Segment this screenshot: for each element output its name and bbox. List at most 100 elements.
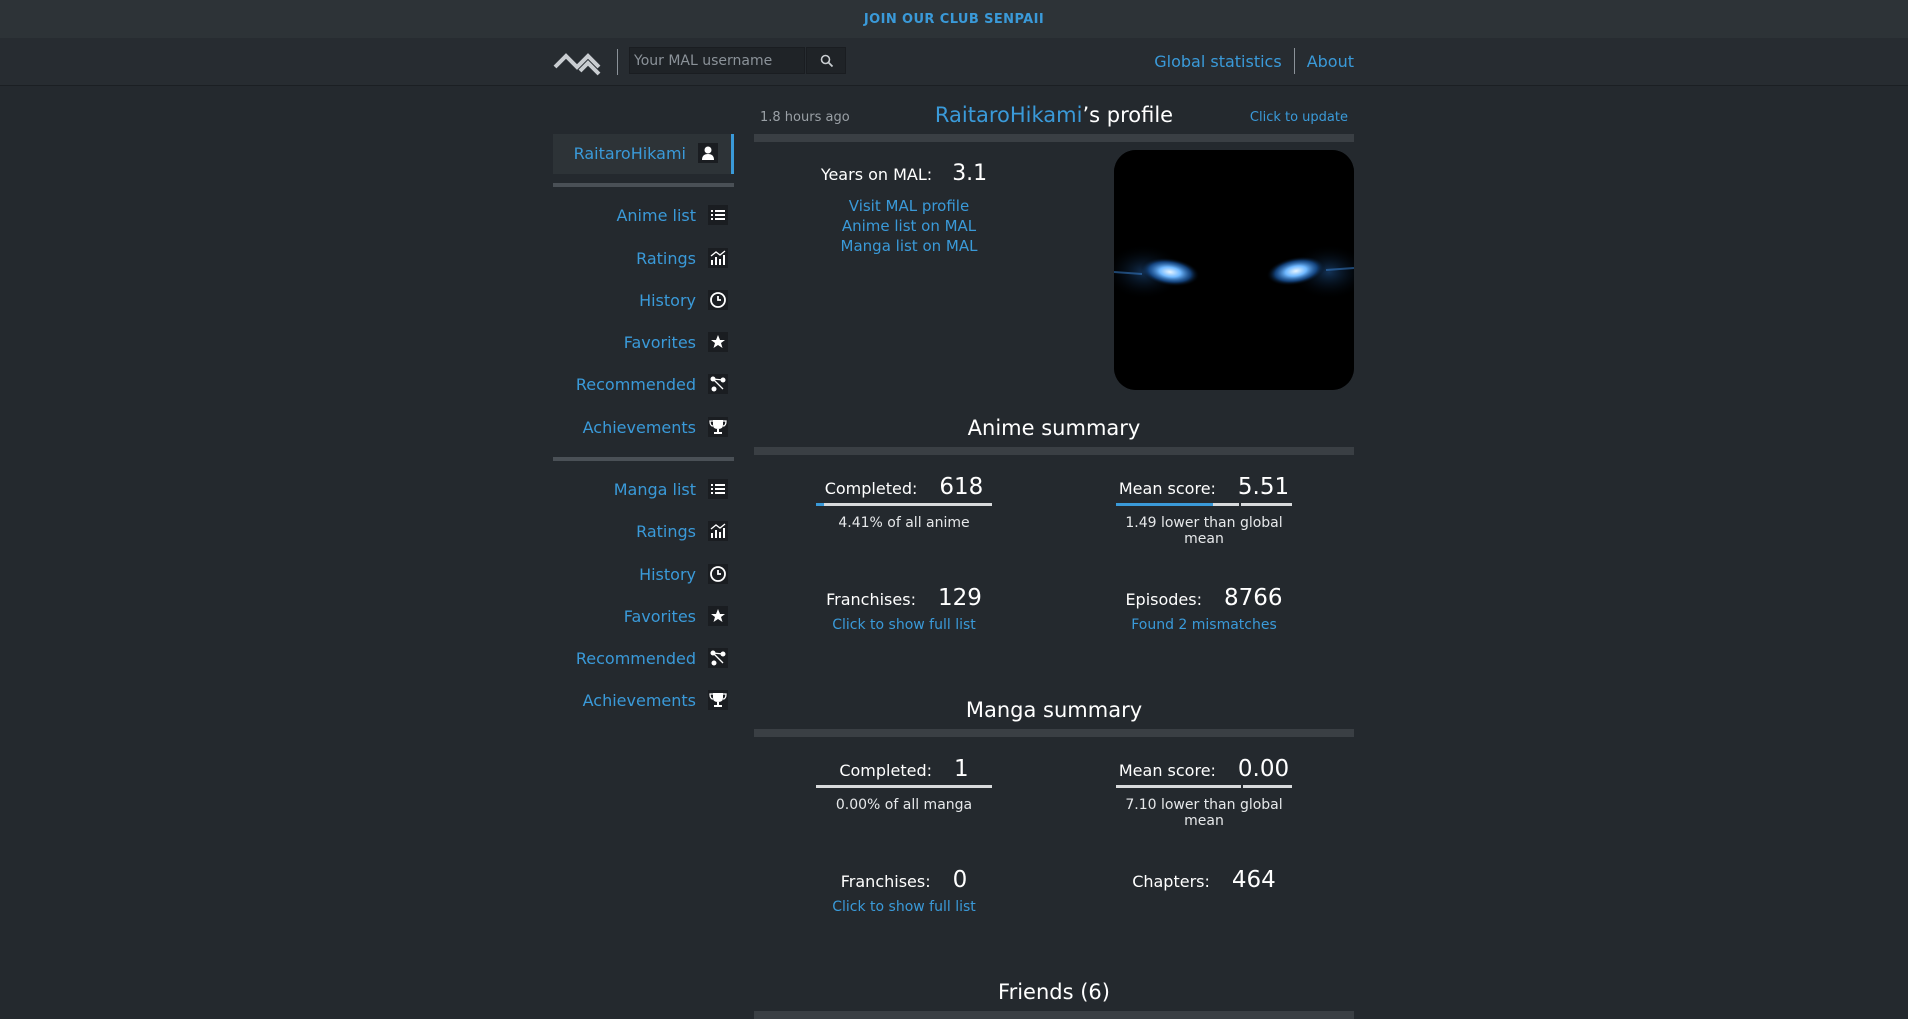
- sidebar-item-label: Favorites: [623, 332, 696, 352]
- visit-mal-profile-link[interactable]: Visit MAL profile: [804, 196, 1014, 216]
- anime-completed-value: 618: [939, 474, 984, 500]
- manga-list-on-mal-link[interactable]: Manga list on MAL: [804, 236, 1014, 256]
- top-navbar: Your MAL username Global statistics Abou…: [0, 38, 1908, 86]
- nav-links: Global statistics About: [1154, 48, 1354, 74]
- club-banner[interactable]: JOIN OUR CLUB SENPAII: [0, 0, 1908, 38]
- anime-completed-progress: [816, 503, 992, 506]
- sidebar-divider: [553, 457, 734, 461]
- recommended-icon: [708, 374, 728, 394]
- anime-mean-value: 5.51: [1237, 474, 1290, 500]
- manga-summary-title: Manga summary: [965, 698, 1143, 722]
- anime-completed-stat: Completed: 618 4.41% of all anime: [816, 474, 992, 531]
- profile-header-bar: [754, 134, 1354, 142]
- site-logo-icon[interactable]: [553, 47, 605, 77]
- manga-completed-sub: 0.00% of all manga: [835, 797, 973, 813]
- anime-mean-label: Mean score:: [1118, 479, 1216, 498]
- global-mean-marker: [1241, 785, 1243, 788]
- profile-avatar: [1114, 150, 1354, 390]
- sidebar-item-label: Achievements: [582, 417, 696, 437]
- anime-episodes-value: 8766: [1224, 585, 1283, 611]
- manga-chapters-stat: Chapters: 464: [1104, 867, 1304, 893]
- star-icon: [708, 606, 728, 626]
- manga-mean-label: Mean score:: [1118, 761, 1216, 780]
- manga-franchises-full-list-link[interactable]: Click to show full list: [804, 899, 1004, 915]
- years-label: Years on MAL:: [820, 165, 933, 184]
- nav-link-separator: [1293, 48, 1295, 74]
- about-link[interactable]: About: [1307, 52, 1354, 71]
- sidebar-item-manga-favorites[interactable]: Favorites: [553, 602, 728, 630]
- anime-summary-title: Anime summary: [967, 416, 1141, 440]
- anime-franchises-full-list-link[interactable]: Click to show full list: [804, 617, 1004, 633]
- sidebar-item-manga-achievements[interactable]: Achievements: [553, 686, 728, 714]
- sidebar-item-manga-recommended[interactable]: Recommended: [553, 644, 728, 672]
- manga-summary-bar: [754, 729, 1354, 737]
- sidebar-item-anime-recommended[interactable]: Recommended: [553, 370, 728, 398]
- search-placeholder: Your MAL username: [634, 53, 773, 69]
- sidebar-item-label: History: [639, 564, 696, 584]
- list-icon: [708, 479, 728, 499]
- sidebar-item-anime-history[interactable]: History: [553, 286, 728, 314]
- anime-mean-sub: 1.49 lower than global mean: [1125, 515, 1283, 547]
- friends-title: Friends (6): [998, 980, 1110, 1004]
- manga-mean-sub: 7.10 lower than global mean: [1125, 797, 1283, 829]
- sidebar-item-anime-list[interactable]: Anime list: [553, 201, 728, 229]
- history-clock-icon: [708, 564, 728, 584]
- trophy-icon: [708, 417, 728, 437]
- friends-bar: [754, 1011, 1354, 1019]
- sidebar-user-item[interactable]: RaitaroHikami: [553, 134, 734, 174]
- episodes-mismatches-link[interactable]: Found 2 mismatches: [1104, 617, 1304, 633]
- manga-franchises-label: Franchises:: [840, 872, 931, 891]
- recommended-icon: [708, 648, 728, 668]
- anime-mean-progress-fill: [1116, 503, 1213, 506]
- manga-mean-progress: [1116, 785, 1292, 788]
- ratings-chart-icon: [708, 521, 728, 541]
- user-icon: [698, 143, 718, 163]
- anime-completed-label: Completed:: [824, 479, 918, 498]
- anime-franchises-stat: Franchises: 129 Click to show full list: [804, 585, 1004, 633]
- list-icon: [708, 205, 728, 225]
- anime-episodes-stat: Episodes: 8766 Found 2 mismatches: [1104, 585, 1304, 633]
- sidebar-user-label: RaitaroHikami: [573, 143, 686, 163]
- sidebar-divider: [553, 183, 734, 187]
- anime-franchises-label: Franchises:: [826, 590, 916, 609]
- sidebar-item-manga-history[interactable]: History: [553, 560, 728, 588]
- sidebar-item-label: Manga list: [613, 479, 696, 499]
- trophy-icon: [708, 690, 728, 710]
- click-to-update-link[interactable]: Click to update: [1250, 110, 1348, 125]
- anime-episodes-label: Episodes:: [1125, 590, 1202, 609]
- club-banner-text[interactable]: JOIN OUR CLUB SENPAII: [864, 12, 1044, 27]
- avatar-glowing-eyes-image: [1114, 150, 1354, 390]
- username-search-input[interactable]: Your MAL username: [629, 47, 805, 74]
- profile-title-suffix: ’s profile: [1082, 103, 1174, 127]
- global-statistics-link[interactable]: Global statistics: [1154, 52, 1281, 71]
- sidebar-item-anime-favorites[interactable]: Favorites: [553, 328, 728, 356]
- anime-mean-progress: [1116, 503, 1292, 506]
- ratings-chart-icon: [708, 248, 728, 268]
- sidebar-item-label: History: [639, 290, 696, 310]
- mal-links: Visit MAL profile Anime list on MAL Mang…: [804, 196, 1014, 256]
- sidebar-item-label: Recommended: [575, 374, 696, 394]
- search-button[interactable]: [806, 47, 846, 74]
- manga-completed-stat: Completed: 1 0.00% of all manga: [816, 756, 992, 813]
- sidebar-item-anime-ratings[interactable]: Ratings: [553, 244, 728, 272]
- years-value: 3.1: [952, 161, 988, 186]
- anime-list-on-mal-link[interactable]: Anime list on MAL: [804, 216, 1014, 236]
- profile-username[interactable]: RaitaroHikami: [935, 103, 1083, 127]
- manga-mean-value: 0.00: [1237, 756, 1290, 782]
- manga-chapters-label: Chapters:: [1132, 872, 1210, 891]
- sidebar-item-manga-list[interactable]: Manga list: [553, 475, 728, 503]
- nav-separator: [617, 49, 618, 75]
- sidebar-item-label: Ratings: [636, 248, 696, 268]
- years-on-mal: Years on MAL: 3.1: [809, 161, 999, 186]
- history-clock-icon: [708, 290, 728, 310]
- manga-completed-value: 1: [954, 756, 969, 782]
- sidebar-item-label: Anime list: [616, 205, 696, 225]
- sidebar-item-anime-achievements[interactable]: Achievements: [553, 413, 728, 441]
- sidebar-item-label: Achievements: [582, 690, 696, 710]
- sidebar-item-manga-ratings[interactable]: Ratings: [553, 517, 728, 545]
- search-icon: [820, 54, 834, 68]
- manga-franchises-stat: Franchises: 0 Click to show full list: [804, 867, 1004, 915]
- sidebar-item-label: Ratings: [636, 521, 696, 541]
- anime-franchises-value: 129: [937, 585, 982, 611]
- sidebar-item-label: Favorites: [623, 606, 696, 626]
